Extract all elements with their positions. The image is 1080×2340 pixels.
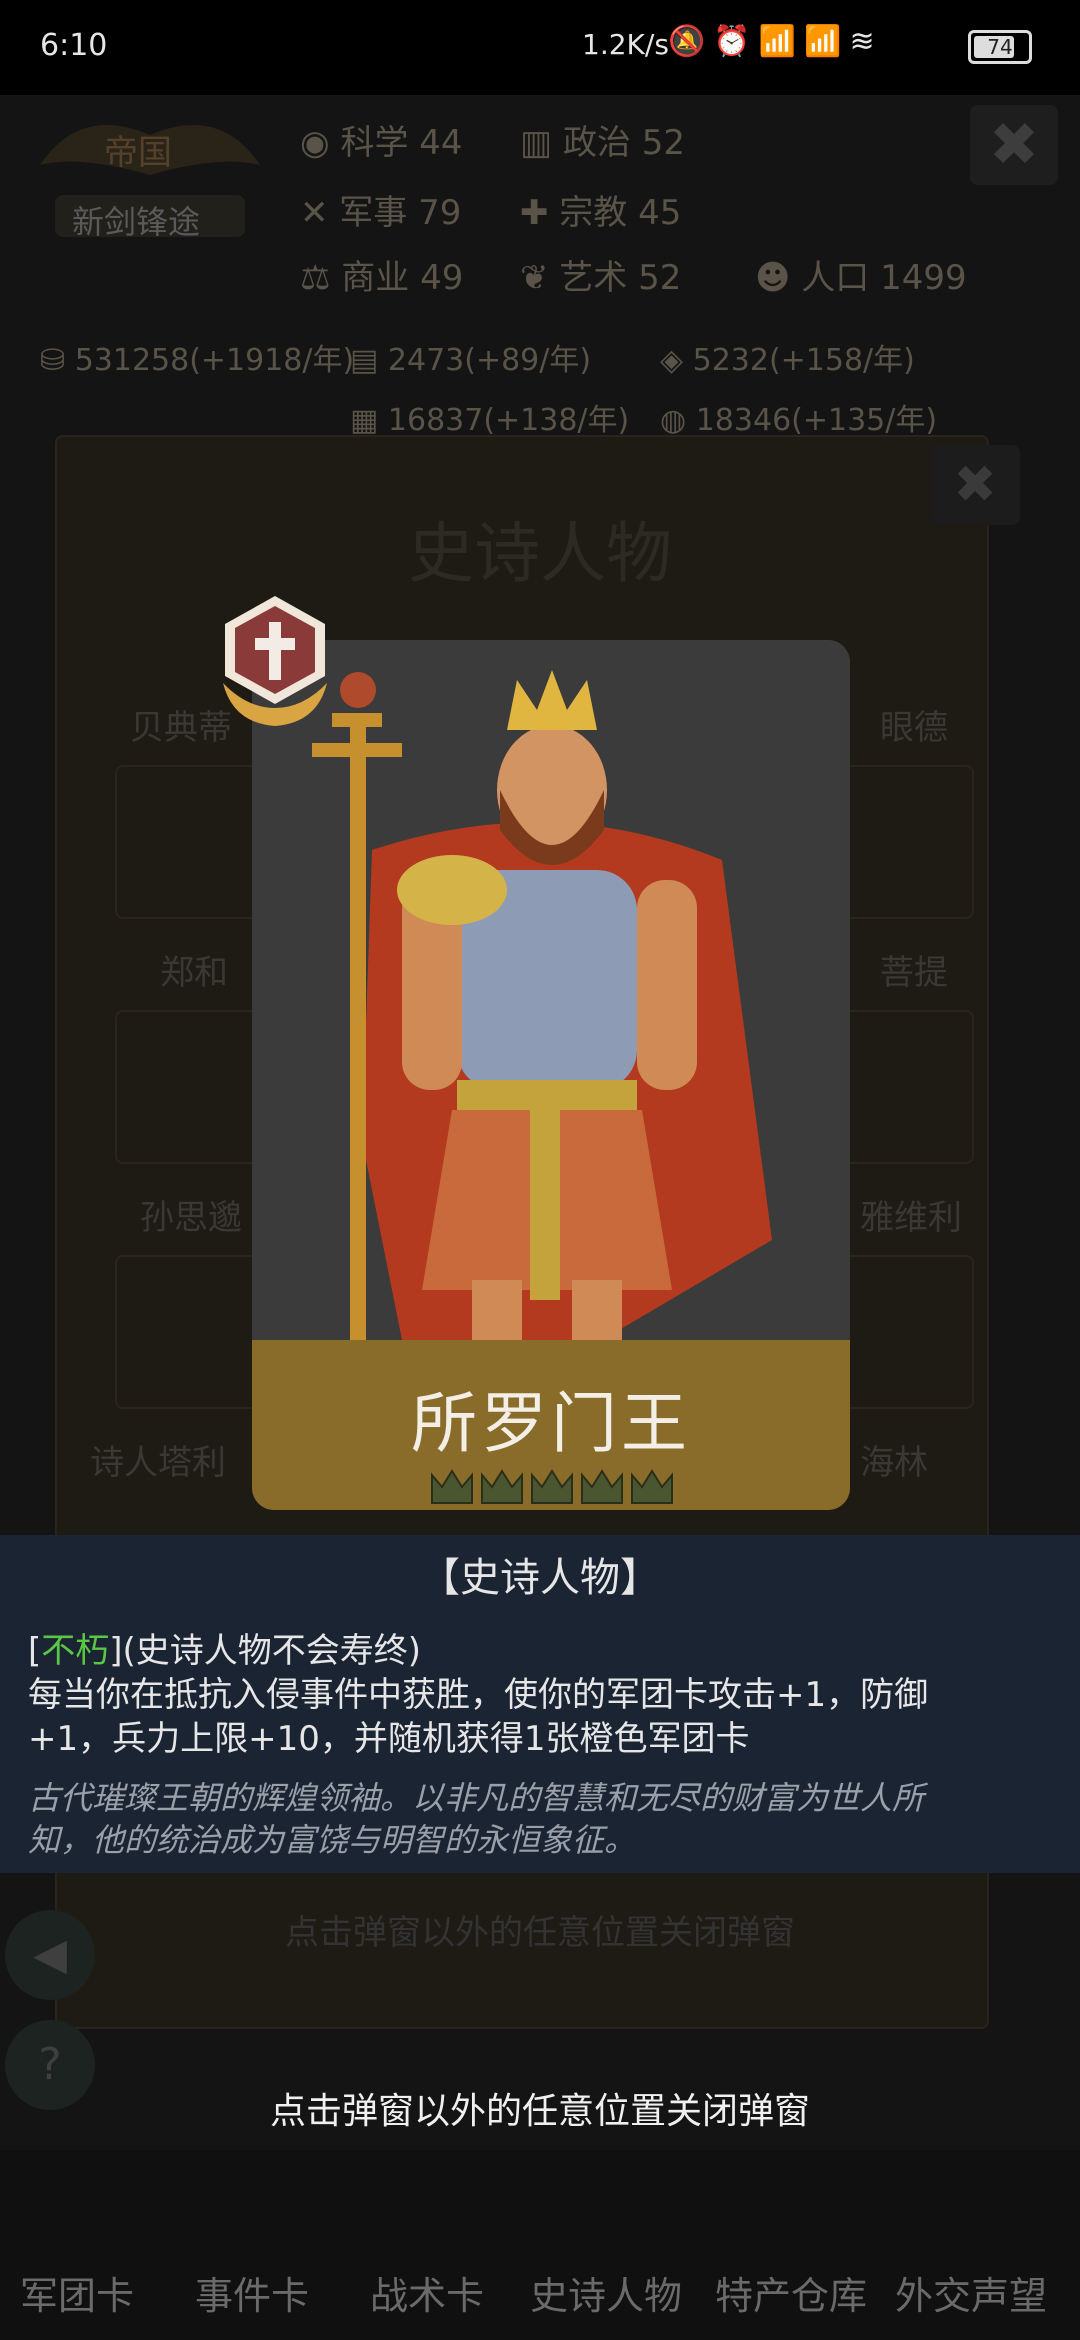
- character-name: 雅维利: [860, 1198, 962, 1238]
- stat-art: ❦ 艺术 52: [520, 258, 682, 298]
- tab-event-cards[interactable]: 事件卡: [195, 2265, 309, 2320]
- trait-bracket: ]: [109, 1631, 123, 1671]
- character-name: 郑和: [160, 953, 228, 993]
- description-panel: 【史诗人物】 [不朽](史诗人物不会寿终) 每当你在抵抗入侵事件中获胜，使你的军…: [0, 1535, 1080, 1873]
- crown-icon: [531, 1469, 573, 1504]
- stat-value: 1499: [880, 258, 967, 298]
- stat-value: 52: [641, 123, 686, 163]
- stat-value: 49: [420, 258, 464, 298]
- network-speed: 1.2K/s: [582, 28, 669, 61]
- character-name: 孙思邈: [140, 1198, 242, 1238]
- resource-value: 18346(+135/年): [695, 403, 938, 438]
- crown-icon: [631, 1469, 673, 1504]
- tab-legion-cards[interactable]: 军团卡: [20, 2265, 134, 2320]
- resource-stone: ▦ 16837(+138/年): [350, 403, 630, 438]
- crown-icon: [581, 1469, 623, 1504]
- battery-icon: 74: [968, 30, 1032, 64]
- panel-close-hint: 点击弹窗以外的任意位置关闭弹窗: [285, 1913, 795, 1953]
- lore-line: 知，他的统治成为富饶与明智的永恒象征。: [28, 1821, 637, 1859]
- stat-commerce: ⚖ 商业 49: [300, 258, 464, 298]
- resource-gold: ⛁ 531258(+1918/年): [40, 343, 355, 378]
- character-card[interactable]: [830, 765, 974, 919]
- stat-label: 政治: [562, 123, 631, 163]
- king-portrait-image: [252, 640, 850, 1340]
- stat-value: 79: [418, 193, 462, 233]
- tab-diplomacy-prestige[interactable]: 外交声望: [895, 2265, 1047, 2320]
- resource-iron: ◈ 5232(+158/年): [660, 343, 915, 378]
- resource-food: ◍ 18346(+135/年): [660, 403, 938, 438]
- stat-population: ☻ 人口 1499: [755, 258, 967, 298]
- resource-value: 2473(+89/年): [387, 343, 592, 378]
- signal-icon: 📶: [804, 24, 850, 59]
- description-title: 【史诗人物】: [420, 1555, 660, 1601]
- stat-label: 宗教: [559, 193, 628, 233]
- stat-label: 人口: [801, 258, 870, 298]
- empire-emblem[interactable]: 帝国 新剑锋途: [20, 105, 280, 245]
- rank-crowns: [431, 1469, 673, 1504]
- stat-science: ◉ 科学 44: [300, 123, 463, 163]
- empire-label: 帝国: [104, 133, 172, 173]
- resource-wood: ▤ 2473(+89/年): [350, 343, 592, 378]
- close-popup-hint: 点击弹窗以外的任意位置关闭弹窗: [269, 2091, 810, 2132]
- mute-icon: 🔕: [668, 24, 714, 59]
- resource-value: 5232(+158/年): [692, 343, 915, 378]
- resource-value: 16837(+138/年): [387, 403, 630, 438]
- resource-value: 531258(+1918/年): [74, 343, 355, 378]
- stat-religion: ✚ 宗教 45: [520, 193, 682, 233]
- lore-line: 古代璀璨王朝的辉煌领袖。以非凡的智慧和无尽的财富为世人所: [28, 1779, 925, 1817]
- name-bar: 所罗门王: [252, 1340, 850, 1510]
- character-card[interactable]: [830, 1010, 974, 1164]
- character-card-popup[interactable]: 所罗门王: [252, 640, 850, 1510]
- trait-note: (史诗人物不会寿终): [122, 1631, 422, 1671]
- stat-label: 艺术: [559, 258, 628, 298]
- character-card[interactable]: [115, 1255, 259, 1409]
- character-name: 海林: [860, 1443, 928, 1483]
- character-card[interactable]: [115, 1010, 259, 1164]
- character-name: 眼德: [880, 708, 948, 748]
- stat-label: 科学: [340, 123, 409, 163]
- status-bar: 6:10 1.2K/s 🔕⏰📶📶≋ 74: [0, 0, 1080, 95]
- trait-line: [不朽](史诗人物不会寿终): [28, 1623, 421, 1672]
- character-name: 菩提: [880, 953, 948, 993]
- effect-line: 每当你在抵抗入侵事件中获胜，使你的军团卡攻击+1，防御: [28, 1675, 929, 1715]
- era-label: 新剑锋途: [72, 203, 201, 241]
- character-card[interactable]: [830, 1255, 974, 1409]
- stat-value: 44: [419, 123, 463, 163]
- signal-icon: 📶: [758, 24, 805, 59]
- crown-icon: [481, 1469, 523, 1504]
- tab-epic-characters[interactable]: 史诗人物: [530, 2265, 682, 2320]
- trait-bracket: [: [28, 1631, 42, 1671]
- sound-icon[interactable]: ◀: [5, 1910, 95, 2000]
- wifi-icon: ≋: [849, 24, 883, 59]
- stat-label: 商业: [341, 258, 410, 298]
- stat-value: 45: [638, 193, 682, 233]
- crown-icon: [431, 1469, 473, 1504]
- character-name: 诗人塔利: [90, 1443, 226, 1483]
- status-time: 6:10: [40, 28, 108, 63]
- panel-title: 史诗人物: [408, 515, 672, 592]
- battery-level: 74: [987, 35, 1013, 59]
- trait-name: 不朽: [41, 1631, 110, 1671]
- tab-specialty-warehouse[interactable]: 特产仓库: [715, 2265, 867, 2320]
- status-icons: 🔕⏰📶📶≋: [668, 24, 883, 59]
- character-name: 所罗门王: [411, 1385, 691, 1462]
- stat-military: ✕ 军事 79: [300, 193, 462, 233]
- tab-tactic-cards[interactable]: 战术卡: [370, 2265, 484, 2320]
- stat-politics: ▥ 政治 52: [520, 123, 686, 163]
- alarm-icon: ⏰: [713, 24, 759, 59]
- religion-badge-icon: [223, 596, 327, 726]
- stat-value: 52: [638, 258, 682, 298]
- stat-label: 军事: [339, 193, 408, 233]
- close-icon[interactable]: ✖: [970, 105, 1058, 185]
- character-card[interactable]: [115, 765, 259, 919]
- effect-line: +1，兵力上限+10，并随机获得1张橙色军团卡: [28, 1719, 750, 1759]
